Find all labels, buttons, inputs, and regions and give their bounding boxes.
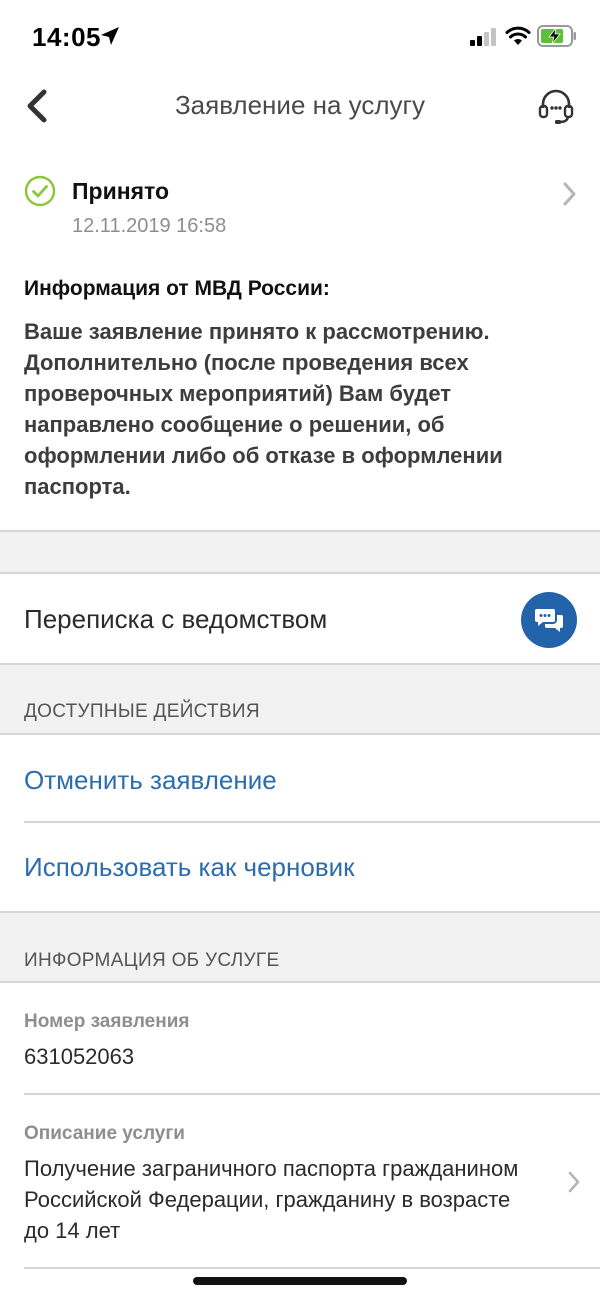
cancel-application-link[interactable]: Отменить заявление [24,765,277,796]
signal-icon [470,28,496,46]
chevron-right-icon [568,1171,580,1193]
wifi-icon [505,26,531,45]
service-description-value: Получение заграничного паспорта граждани… [24,1156,519,1243]
divider [24,1267,600,1269]
chat-button[interactable] [521,592,577,648]
status-label: Принято [72,178,170,204]
actions-header-label: ДОСТУПНЫЕ ДЕЙСТВИЯ [24,701,260,722]
page-title: Заявление на услугу [174,90,426,120]
use-as-draft-link[interactable]: Использовать как черновик [24,852,355,883]
info-title: Информация от МВД России: [24,277,330,300]
headset-support-icon[interactable] [536,86,576,126]
divider [24,821,600,823]
application-screen: 14:05 Заявление на услугу Принято 12.11.… [0,0,600,1298]
check-circle-icon [24,175,56,207]
application-number-label: Номер заявления [24,1011,190,1032]
info-message: Ваше заявление принято к рассмотрению. Д… [24,319,503,499]
service-info-section-header: ИНФОРМАЦИЯ ОБ УСЛУГЕ [0,911,600,983]
service-description-label: Описание услуги [24,1123,185,1144]
status-bar: 14:05 [0,0,600,70]
section-spacer [0,530,600,574]
chat-bubbles-icon [535,609,563,632]
correspondence-label: Переписка с ведомством [24,604,328,634]
actions-section-header: ДОСТУПНЫЕ ДЕЙСТВИЯ [0,663,600,735]
application-status-row[interactable]: Принято 12.11.2019 16:58 [0,165,600,245]
location-arrow-icon [101,27,119,45]
application-number-value: 631052063 [24,1044,135,1069]
correspondence-row[interactable]: Переписка с ведомством [0,574,600,664]
service-info-header-label: ИНФОРМАЦИЯ ОБ УСЛУГЕ [24,950,280,971]
nav-bar: Заявление на услугу [0,70,600,142]
home-indicator [193,1277,407,1285]
status-date: 12.11.2019 16:58 [72,215,227,237]
chevron-right-icon [563,182,576,206]
battery-charging-icon [537,25,576,47]
status-time: 14:05 [32,22,101,52]
